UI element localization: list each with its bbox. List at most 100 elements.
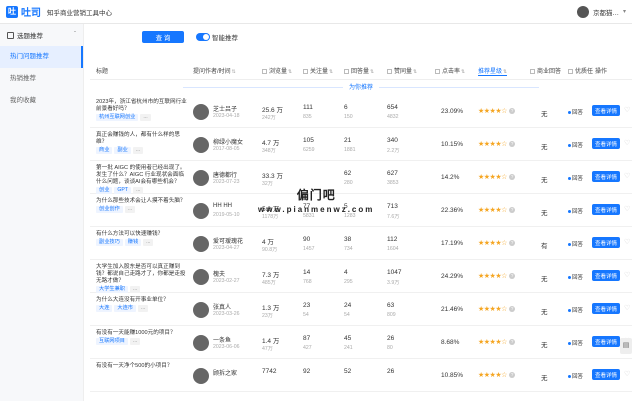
question-title-text[interactable]: 为什么大连没有开事业单位？ — [96, 297, 169, 303]
table-row[interactable]: 真正会赚钱的人，都有什么样的思维？ 商业 副业... 柳绿小魔女 2017-08-05 4… — [90, 129, 632, 161]
more-tags-button[interactable]: ... — [137, 305, 149, 312]
help-icon[interactable]: ? — [508, 306, 515, 313]
topic-tag[interactable]: 大学生兼职 — [96, 286, 128, 293]
question-title[interactable]: 第一批 AIGC 的使用者已经出现了。发生了什么？AIGC 行业现状会面临什么问… — [96, 165, 188, 194]
header-click-rate[interactable]: 点击率⇅ — [435, 66, 465, 75]
table-row[interactable]: 有没有一天能赚1000元的项目？ 互联网项目... 一条鱼 2023-06-06 1.4… — [90, 327, 632, 359]
favorite-icon[interactable]: ♡ — [624, 106, 630, 114]
author-name[interactable]: 顾拆之家 — [213, 368, 237, 377]
favorite-icon[interactable]: ♡ — [624, 205, 630, 213]
help-icon[interactable]: ? — [508, 174, 515, 181]
topic-tag[interactable]: 副业技巧 — [96, 239, 123, 246]
header-views[interactable]: 浏览量⇅ — [262, 66, 292, 75]
question-title[interactable]: 有什么方法可以快速赚钱？ 副业技巧 赚钱... — [96, 231, 188, 246]
sidebar-item-favorites[interactable]: 我的收藏 — [0, 90, 83, 112]
topic-tag[interactable]: 杭州互联网创业 — [96, 114, 139, 121]
topic-tag[interactable]: 商业 — [96, 147, 113, 154]
view-detail-button[interactable]: 查看详情 — [592, 171, 620, 182]
help-icon[interactable]: ? — [508, 108, 515, 115]
author-name[interactable]: 柳绿小魔女 — [213, 137, 243, 146]
more-tags-button[interactable]: ... — [140, 114, 151, 121]
avatar[interactable] — [193, 137, 209, 153]
avatar[interactable] — [193, 203, 209, 219]
question-title-text[interactable]: 2023年，浙江省杭州市的互联网行业前景看好吗？ — [96, 99, 187, 112]
help-icon[interactable]: ? — [508, 240, 515, 247]
view-detail-button[interactable]: 查看详情 — [592, 138, 620, 149]
author-name[interactable]: 爱可瑷瑰花 — [213, 236, 243, 245]
question-title[interactable]: 为什么那些技术会让人摸不着头脑？ 创业创作... — [96, 198, 188, 213]
author-name[interactable]: 张真人 — [213, 302, 231, 311]
smart-recommend-toggle[interactable] — [196, 33, 210, 41]
avatar[interactable] — [193, 104, 209, 120]
author-name[interactable]: HH HH — [213, 203, 232, 209]
avatar[interactable] — [193, 368, 209, 384]
topic-tag[interactable]: 创业创作 — [96, 206, 123, 213]
favorite-icon[interactable]: ♡ — [624, 304, 630, 312]
user-name[interactable]: 京都猫… — [593, 7, 619, 17]
header-biz-answer[interactable]: 商业回答 — [530, 66, 561, 75]
avatar[interactable] — [193, 269, 209, 285]
avatar[interactable] — [193, 335, 209, 351]
favorite-icon[interactable]: ♡ — [624, 370, 630, 378]
topic-tag[interactable]: 互联网项目 — [96, 338, 128, 345]
sidebar-section-header[interactable]: 选题推荐 ˆ — [0, 24, 83, 46]
view-detail-button[interactable]: 查看详情 — [592, 369, 620, 380]
author-name[interactable]: 唐德都行 — [213, 170, 237, 179]
question-title[interactable]: 2023年，浙江省杭州市的互联网行业前景看好吗？ 杭州互联网创业... — [96, 99, 188, 121]
question-title-text[interactable]: 有没有一天净个500的小项目？ — [96, 363, 172, 369]
more-tags-button[interactable]: ... — [124, 206, 136, 213]
header-follows[interactable]: 关注量⇅ — [303, 66, 333, 75]
favorite-icon[interactable]: ♡ — [624, 172, 630, 180]
author-name[interactable]: 一条鱼 — [213, 335, 231, 344]
header-quality[interactable]: 优质任 — [568, 66, 593, 75]
help-icon[interactable]: ? — [508, 273, 515, 280]
question-title-text[interactable]: 真正会赚钱的人，都有什么样的思维？ — [96, 132, 180, 145]
help-icon[interactable]: ? — [508, 339, 515, 346]
topic-tag[interactable]: 大连市 — [114, 305, 136, 312]
help-icon[interactable]: ? — [508, 372, 515, 379]
view-detail-button[interactable]: 查看详情 — [592, 336, 620, 347]
sidebar-item-hot-questions[interactable]: 热门问题推荐 — [0, 46, 83, 68]
question-title[interactable]: 有没有一天能赚1000元的项目？ 互联网项目... — [96, 330, 188, 345]
author-name[interactable]: 芝士吕子 — [213, 104, 237, 113]
favorite-icon[interactable]: ♡ — [624, 271, 630, 279]
table-row[interactable]: 2023年，浙江省杭州市的互联网行业前景看好吗？ 杭州互联网创业... 芝士吕子 20… — [90, 96, 632, 128]
question-title[interactable]: 大学生加入股东是否可以真正赚到钱？都说自己走路才了，你都是走投无路才做？ 大学生兼… — [96, 264, 188, 293]
avatar[interactable] — [193, 236, 209, 252]
question-title-text[interactable]: 有没有一天能赚1000元的项目？ — [96, 330, 176, 336]
avatar[interactable] — [576, 5, 589, 18]
help-icon[interactable]: ? — [508, 141, 515, 148]
sidebar-item-hot-sales[interactable]: 热销推荐 — [0, 68, 83, 90]
question-title-text[interactable]: 第一批 AIGC 的使用者已经出现了。发生了什么？AIGC 行业现状会面临什么问… — [96, 165, 186, 185]
query-button[interactable]: 查 询 — [142, 31, 184, 43]
table-row[interactable]: 有什么方法可以快速赚钱？ 副业技巧 赚钱... 爱可瑷瑰花 2023-04-27 4 万9… — [90, 228, 632, 260]
more-tags-button[interactable]: ... — [129, 338, 141, 345]
view-detail-button[interactable]: 查看详情 — [592, 105, 620, 116]
question-title[interactable]: 有没有一天净个500的小项目？ — [96, 363, 188, 371]
more-tags-button[interactable]: ... — [133, 187, 144, 194]
favorite-icon[interactable]: ♡ — [624, 238, 630, 246]
avatar[interactable] — [193, 302, 209, 318]
topic-tag[interactable]: GPT — [114, 187, 132, 194]
chevron-up-icon[interactable]: ˆ — [74, 32, 76, 38]
more-tags-button[interactable]: ... — [132, 147, 144, 154]
question-title[interactable]: 为什么大连没有开事业单位？ 大连 大连市... — [96, 297, 188, 312]
user-menu[interactable]: 京都猫… ▾ — [576, 5, 626, 18]
author-name[interactable]: 槐夫 — [213, 269, 225, 278]
header-answers[interactable]: 回答量⇅ — [344, 66, 374, 75]
view-detail-button[interactable]: 查看详情 — [592, 270, 620, 281]
more-tags-button[interactable]: ... — [129, 286, 141, 293]
topic-tag[interactable]: 大连 — [96, 305, 113, 312]
view-detail-button[interactable]: 查看详情 — [592, 303, 620, 314]
chevron-down-icon[interactable]: ▾ — [623, 8, 626, 15]
avatar[interactable] — [193, 170, 209, 186]
view-detail-button[interactable]: 查看详情 — [592, 237, 620, 248]
question-title-text[interactable]: 有什么方法可以快速赚钱？ — [96, 231, 163, 237]
help-icon[interactable]: ? — [508, 207, 515, 214]
trash-icon[interactable]: ▤ — [620, 338, 632, 354]
table-row[interactable]: 大学生加入股东是否可以真正赚到钱？都说自己走路才了，你都是走投无路才做？ 大学生兼… — [90, 261, 632, 293]
header-stars[interactable]: 推荐星级⇅ — [478, 66, 508, 76]
question-title[interactable]: 真正会赚钱的人，都有什么样的思维？ 商业 副业... — [96, 132, 188, 154]
topic-tag[interactable]: 赚钱 — [124, 239, 142, 246]
table-row[interactable]: 有没有一天净个500的小项目？ 顾拆之家 7742 92 52 26 10.85% ★★★★☆… — [90, 360, 632, 392]
